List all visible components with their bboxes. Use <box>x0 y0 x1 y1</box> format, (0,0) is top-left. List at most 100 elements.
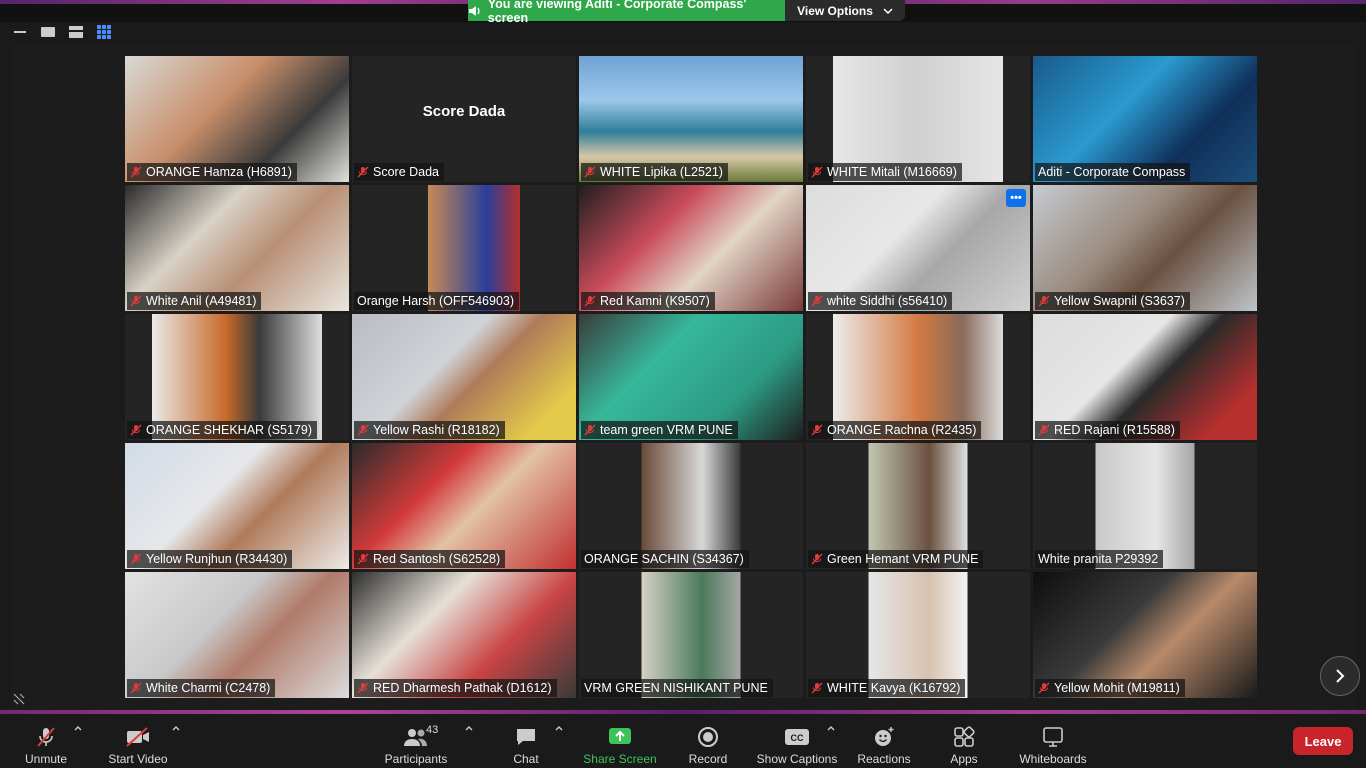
leave-label: Leave <box>1304 733 1342 749</box>
gallery-view-icon[interactable] <box>96 24 112 40</box>
single-speaker-view-icon[interactable] <box>40 24 56 40</box>
apps-button[interactable]: Apps <box>944 718 984 766</box>
participant-tile[interactable]: WHITE Mitali (M16669) <box>806 56 1030 182</box>
captions-options-caret-icon[interactable] <box>826 724 836 734</box>
participant-tile[interactable]: WHITE Kavya (K16792) <box>806 572 1030 698</box>
participant-tile[interactable]: White Charmi (C2478) <box>125 572 349 698</box>
participant-name: Score Dada <box>373 165 440 179</box>
view-options-button[interactable]: View Options <box>785 0 905 21</box>
participant-tile[interactable]: VRM GREEN NISHIKANT PUNE <box>579 572 803 698</box>
participant-tile[interactable]: ••• white Siddhi (s56410) <box>806 185 1030 311</box>
participant-name-tag: RED Dharmesh Pathak (D1612) <box>354 679 557 697</box>
participant-name: Aditi - Corporate Compass <box>1038 165 1186 179</box>
participant-tile[interactable]: Yellow Mohit (M19811) <box>1033 572 1257 698</box>
participant-tile[interactable]: Score Dada Score Dada <box>352 56 576 182</box>
participant-name-tag: ORANGE SACHIN (S34367) <box>581 550 749 568</box>
participant-name-tag: White pranita P29392 <box>1035 550 1164 568</box>
participant-tile[interactable]: Aditi - Corporate Compass <box>1033 56 1257 182</box>
participant-tile[interactable]: WHITE Lipika (L2521) <box>579 56 803 182</box>
participant-tile[interactable]: ORANGE SHEKHAR (S5179) <box>125 314 349 440</box>
participant-name-tag: Aditi - Corporate Compass <box>1035 163 1191 181</box>
reactions-button[interactable]: Reactions <box>856 718 912 766</box>
participant-tile[interactable]: Red Kamni (K9507) <box>579 185 803 311</box>
participant-name: WHITE Kavya (K16792) <box>827 681 961 695</box>
participant-name-tag: Yellow Runjhun (R34430) <box>127 550 293 568</box>
viewing-banner-text: You are viewing Aditi - Corporate Compas… <box>487 0 747 25</box>
more-options-button[interactable]: ••• <box>1006 189 1026 207</box>
participant-tile[interactable]: ORANGE SACHIN (S34367) <box>579 443 803 569</box>
microphone-muted-icon <box>37 727 55 747</box>
participant-name-tag: Red Santosh (S62528) <box>354 550 506 568</box>
record-button[interactable]: Record <box>686 718 730 766</box>
participant-name-tag: Yellow Swapnil (S3637) <box>1035 292 1190 310</box>
closed-captions-icon: CC <box>785 729 809 745</box>
participants-button[interactable]: 43 Participants <box>384 718 448 766</box>
participant-name: Yellow Swapnil (S3637) <box>1054 294 1185 308</box>
participant-tile[interactable]: Red Santosh (S62528) <box>352 443 576 569</box>
screen-share-speaker-icon <box>468 5 480 16</box>
participant-name-tag: White Anil (A49481) <box>127 292 262 310</box>
speaker-strip-view-icon[interactable] <box>68 24 84 40</box>
participant-tile[interactable]: Yellow Swapnil (S3637) <box>1033 185 1257 311</box>
gallery-grid: ORANGE Hamza (H6891) Score Dada Score Dada… <box>10 44 1356 710</box>
participant-name: Yellow Runjhun (R34430) <box>146 552 288 566</box>
participant-tile[interactable]: White pranita P29392 <box>1033 443 1257 569</box>
minimize-view-icon[interactable] <box>12 24 28 40</box>
start-video-button[interactable]: Start Video <box>106 718 170 766</box>
participant-name: Green Hemant VRM PUNE <box>827 552 979 566</box>
microphone-muted-icon <box>1038 424 1050 436</box>
unmute-button[interactable]: Unmute <box>22 718 70 766</box>
participant-tile[interactable]: Green Hemant VRM PUNE <box>806 443 1030 569</box>
share-screen-label: Share Screen <box>583 752 657 766</box>
participant-name-tag: white Siddhi (s56410) <box>808 292 953 310</box>
participant-name-tag: Yellow Rashi (R18182) <box>354 421 505 439</box>
participant-tile[interactable]: Yellow Runjhun (R34430) <box>125 443 349 569</box>
participant-tile[interactable]: White Anil (A49481) <box>125 185 349 311</box>
microphone-muted-icon <box>357 682 369 694</box>
participant-tile[interactable]: Orange Harsh (OFF546903) <box>352 185 576 311</box>
participant-name: White Anil (A49481) <box>146 294 257 308</box>
top-bar: You are viewing Aditi - Corporate Compas… <box>0 0 1366 25</box>
svg-text:CC: CC <box>791 733 804 743</box>
participant-tile[interactable]: Yellow Rashi (R18182) <box>352 314 576 440</box>
microphone-muted-icon <box>584 424 596 436</box>
participant-tile[interactable]: RED Dharmesh Pathak (D1612) <box>352 572 576 698</box>
participants-options-caret-icon[interactable] <box>464 724 474 734</box>
chat-button[interactable]: Chat <box>506 718 546 766</box>
participants-count: 43 <box>426 724 439 736</box>
participant-name-tag: RED Rajani (R15588) <box>1035 421 1180 439</box>
participant-name-tag: WHITE Lipika (L2521) <box>581 163 728 181</box>
next-page-button[interactable] <box>1320 656 1360 696</box>
participant-tile[interactable]: ORANGE Hamza (H6891) <box>125 56 349 182</box>
participant-name: White pranita P29392 <box>1038 552 1159 566</box>
participant-name-tag: Score Dada <box>354 163 445 181</box>
participant-tile[interactable]: RED Rajani (R15588) <box>1033 314 1257 440</box>
participant-name-tag: White Charmi (C2478) <box>127 679 276 697</box>
participant-name: VRM GREEN NISHIKANT PUNE <box>584 681 768 695</box>
microphone-muted-icon <box>130 424 142 436</box>
video-off-icon <box>126 727 149 747</box>
microphone-muted-icon <box>357 424 369 436</box>
microphone-muted-icon <box>811 295 823 307</box>
participants-label: Participants <box>384 752 448 766</box>
participant-name-tag: WHITE Mitali (M16669) <box>808 163 962 181</box>
whiteboards-button[interactable]: Whiteboards <box>1016 718 1090 766</box>
participant-name: ORANGE SHEKHAR (S5179) <box>146 423 313 437</box>
participant-name: White Charmi (C2478) <box>146 681 271 695</box>
participant-name: RED Rajani (R15588) <box>1054 423 1175 437</box>
chat-options-caret-icon[interactable] <box>554 724 564 734</box>
participant-tile[interactable]: ORANGE Rachna (R2435) <box>806 314 1030 440</box>
participant-tile[interactable]: team green VRM PUNE <box>579 314 803 440</box>
meeting-toolbar: Unmute Start Video 43 Participants Chat … <box>0 714 1366 768</box>
microphone-muted-icon <box>1038 295 1050 307</box>
viewing-banner: You are viewing Aditi - Corporate Compas… <box>468 0 785 25</box>
share-screen-icon <box>609 728 631 744</box>
record-icon <box>698 727 718 747</box>
resize-handle-icon[interactable] <box>12 692 26 706</box>
share-screen-button[interactable]: Share Screen <box>582 718 658 766</box>
audio-options-caret-icon[interactable] <box>73 724 83 734</box>
video-options-caret-icon[interactable] <box>171 724 181 734</box>
leave-button[interactable]: Leave <box>1293 727 1353 755</box>
participant-name: RED Dharmesh Pathak (D1612) <box>373 681 552 695</box>
chat-icon <box>517 729 535 745</box>
